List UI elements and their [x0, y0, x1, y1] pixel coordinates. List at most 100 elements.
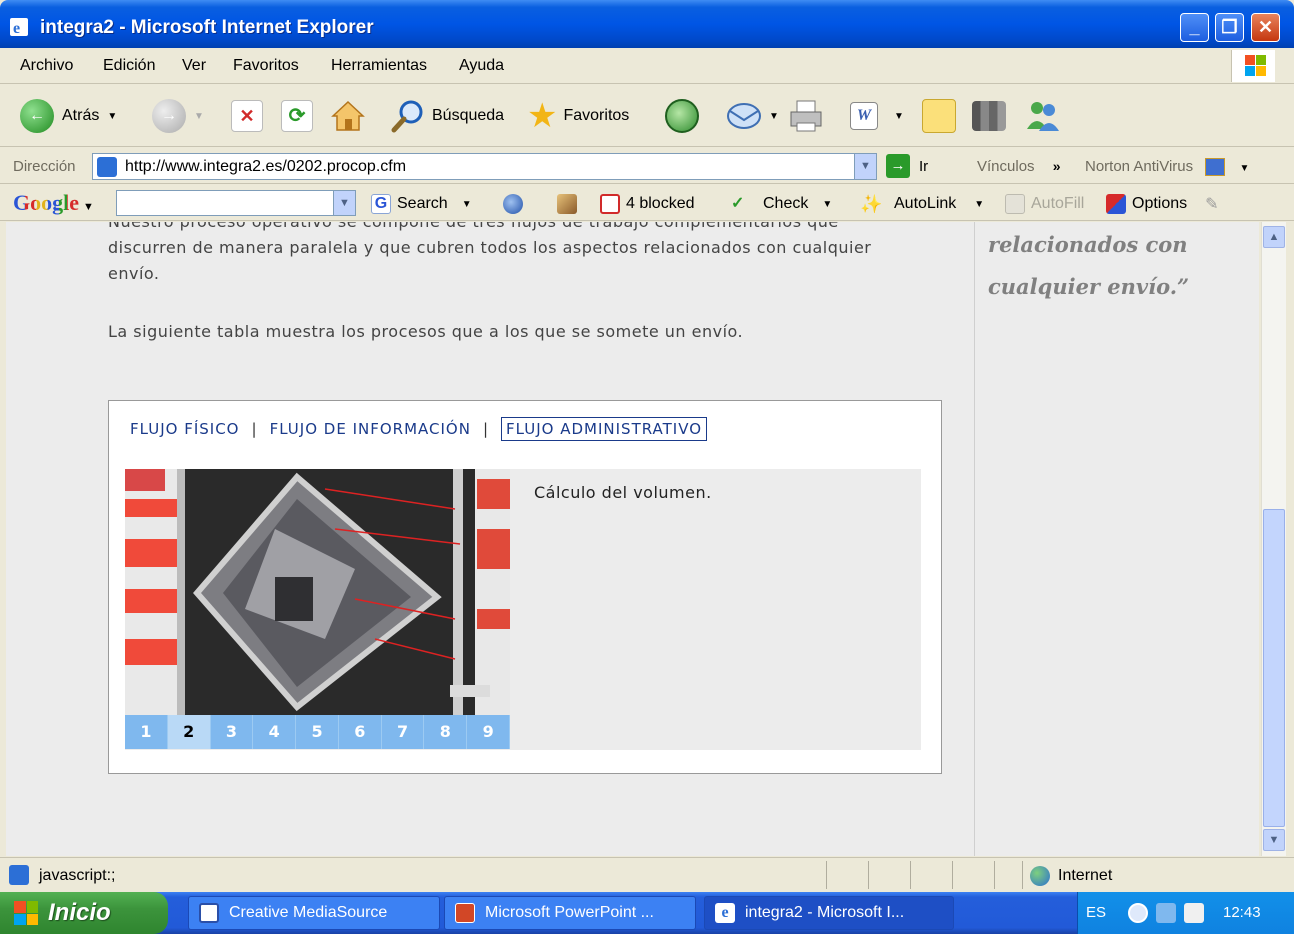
page-icon	[97, 157, 117, 177]
messenger-button[interactable]	[1025, 97, 1061, 135]
start-button[interactable]: Inicio	[0, 892, 168, 934]
task-label: integra2 - Microsoft I...	[745, 904, 905, 921]
go-label: Ir	[919, 157, 929, 175]
task-creative-mediasource[interactable]: Creative MediaSource	[188, 896, 440, 930]
back-button[interactable]: ← Atrás ▼	[20, 97, 117, 135]
system-tray: ES 12:43	[1077, 892, 1294, 934]
maximize-button[interactable]: ❐	[1215, 13, 1244, 42]
language-indicator[interactable]: ES	[1086, 904, 1106, 921]
scroll-down-icon[interactable]: ▼	[1263, 829, 1285, 851]
pagerank-button[interactable]	[557, 194, 583, 214]
mail-button[interactable]: ▼	[727, 97, 779, 135]
autolink-button[interactable]: ✨ AutoLink ▼	[860, 194, 984, 214]
scanner-image	[125, 469, 510, 715]
tray-expand-icon[interactable]	[1128, 903, 1148, 923]
popup-blocker-button[interactable]: 4 blocked	[600, 194, 695, 214]
address-label: Dirección	[13, 158, 76, 175]
page-status-icon	[9, 865, 29, 885]
step-button-5[interactable]: 5	[296, 715, 339, 749]
process-slide: Cálculo del volumen. 1 2 3 4 5 6 7 8 9	[125, 469, 921, 750]
address-url[interactable]: http://www.integra2.es/0202.procop.cfm	[125, 158, 406, 176]
chevron-down-icon[interactable]: ▼	[462, 199, 472, 210]
favorites-button[interactable]: ★ Favoritos	[527, 97, 629, 135]
zone-label: Internet	[1058, 867, 1113, 884]
spell-check-button[interactable]: ✓ Check ▼	[731, 194, 832, 214]
google-search-input[interactable]: ▼	[116, 190, 356, 216]
stop-button[interactable]: ✕	[231, 97, 263, 135]
edit-word-button[interactable]: W ▼	[850, 97, 904, 135]
vertical-scrollbar[interactable]: ▲ ▼	[1261, 222, 1286, 856]
google-g-icon: G	[371, 194, 391, 214]
chevron-more-icon[interactable]: »	[1053, 158, 1061, 174]
menu-herramientas[interactable]: Herramientas	[331, 57, 427, 75]
google-search-button[interactable]: G Search ▼	[371, 194, 472, 214]
go-button[interactable]: → Ir	[886, 154, 928, 178]
note-button[interactable]	[922, 97, 956, 135]
word-icon: W	[850, 102, 878, 130]
safely-remove-icon[interactable]	[1184, 903, 1204, 923]
menu-ayuda[interactable]: Ayuda	[459, 57, 504, 75]
home-icon	[331, 100, 365, 131]
menu-ver[interactable]: Ver	[182, 57, 206, 75]
google-search-dropdown-icon[interactable]: ▼	[333, 191, 355, 215]
step-button-3[interactable]: 3	[210, 715, 254, 749]
chevron-down-icon[interactable]: ▼	[974, 199, 984, 210]
step-button-1[interactable]: 1	[125, 715, 168, 749]
step-button-6[interactable]: 6	[338, 715, 382, 749]
google-news-button[interactable]	[503, 194, 529, 214]
refresh-button[interactable]: ⟳	[281, 97, 313, 135]
chevron-down-icon[interactable]: ▼	[769, 111, 779, 122]
address-input[interactable]: http://www.integra2.es/0202.procop.cfm ▼	[92, 153, 877, 180]
step-caption: Cálculo del volumen.	[534, 483, 712, 502]
autofill-button[interactable]: AutoFill	[1005, 194, 1084, 214]
search-button[interactable]: Búsqueda	[390, 97, 504, 135]
intro-line: discurren de manera paralela y que cubre…	[108, 238, 872, 257]
task-label: Creative MediaSource	[229, 904, 388, 921]
process-panel: FLUJO FÍSICO | FLUJO DE INFORMACIÓN | FL…	[108, 400, 942, 774]
network-icon[interactable]	[1156, 903, 1176, 923]
svg-text:e: e	[13, 20, 20, 37]
status-divider	[994, 861, 995, 889]
step-button-9[interactable]: 9	[467, 715, 511, 749]
sidebar-quote: relacionados con cualquier envío.”	[988, 224, 1248, 308]
scroll-thumb[interactable]	[1263, 509, 1285, 827]
chevron-down-icon[interactable]: ▼	[894, 111, 904, 122]
home-button[interactable]	[330, 97, 366, 135]
intro-paragraph: Nuestro proceso operativo se compone de …	[108, 222, 871, 287]
norton-antivirus-button[interactable]: Norton AntiVirus ▼	[1085, 158, 1249, 177]
history-button[interactable]	[665, 97, 699, 135]
options-button[interactable]: Options ✎	[1106, 194, 1219, 214]
step-button-7[interactable]: 7	[381, 715, 425, 749]
links-button[interactable]: Vínculos »	[977, 158, 1061, 175]
forward-button[interactable]: → ▼	[152, 97, 204, 135]
minimize-button[interactable]: _	[1180, 13, 1209, 42]
options-icon	[1106, 194, 1126, 214]
step-button-8[interactable]: 8	[424, 715, 468, 749]
scroll-up-icon[interactable]: ▲	[1263, 226, 1285, 248]
back-label: Atrás	[62, 107, 100, 124]
close-button[interactable]: ✕	[1251, 13, 1280, 42]
tab-flujo-administrativo[interactable]: FLUJO ADMINISTRATIVO	[501, 417, 708, 441]
sticky-note-icon	[922, 99, 956, 133]
tab-flujo-informacion[interactable]: FLUJO DE INFORMACIÓN	[270, 420, 471, 438]
step-button-4[interactable]: 4	[253, 715, 297, 749]
history-icon	[665, 99, 699, 133]
step-button-2[interactable]: 2	[167, 715, 211, 749]
menu-archivo[interactable]: Archivo	[20, 57, 73, 75]
address-dropdown-icon[interactable]: ▼	[854, 154, 876, 179]
google-logo[interactable]: Google ▼	[13, 190, 94, 216]
chevron-down-icon[interactable]: ▼	[822, 199, 832, 210]
task-label: Microsoft PowerPoint ...	[485, 904, 654, 921]
highlighter-icon[interactable]: ✎	[1205, 194, 1218, 214]
chevron-down-icon[interactable]: ▼	[107, 111, 117, 122]
tab-flujo-fisico[interactable]: FLUJO FÍSICO	[130, 420, 240, 438]
research-button[interactable]	[972, 97, 1006, 135]
task-integra2-ie[interactable]: e integra2 - Microsoft I...	[704, 896, 954, 930]
task-powerpoint[interactable]: Microsoft PowerPoint ...	[444, 896, 696, 930]
menu-favoritos[interactable]: Favoritos	[233, 57, 299, 75]
status-bar: javascript:; Internet	[0, 857, 1294, 891]
chevron-down-icon[interactable]: ▼	[1239, 163, 1249, 174]
menu-edicion[interactable]: Edición	[103, 57, 155, 75]
print-button[interactable]	[788, 97, 824, 135]
printer-icon	[790, 100, 822, 132]
